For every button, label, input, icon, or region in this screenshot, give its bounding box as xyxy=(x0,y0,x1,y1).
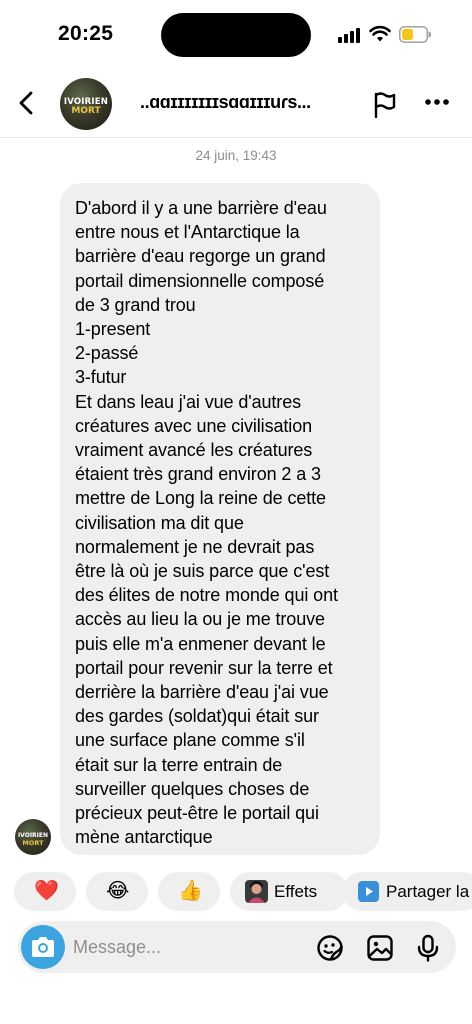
heart-reaction-chip[interactable]: ❤️ xyxy=(14,872,76,911)
thumbs-up-emoji-icon: 👍 xyxy=(178,880,203,902)
message-bubble[interactable]: D'abord il y a une barrière d'eau entre … xyxy=(60,183,380,855)
camera-icon xyxy=(32,937,54,957)
back-chevron-icon[interactable] xyxy=(14,88,40,118)
battery-icon xyxy=(399,26,431,43)
effects-thumbnail-icon xyxy=(245,880,268,903)
cellular-signal-icon xyxy=(338,27,362,43)
share-label: Partager la xyxy=(386,882,470,901)
sticker-icon[interactable] xyxy=(316,934,344,962)
status-time: 20:25 xyxy=(58,22,114,45)
play-share-icon xyxy=(358,881,379,902)
effects-chip[interactable]: Effets xyxy=(230,872,348,911)
microphone-icon[interactable] xyxy=(414,934,442,962)
laughing-emoji-icon: 😂 xyxy=(106,880,130,902)
chat-title[interactable]: ..ɑɑɪɪɪɪɪɪɪsɑɑɪɪɪuɾs... xyxy=(140,92,340,113)
message-input[interactable] xyxy=(73,934,293,960)
sender-avatar-line1: IVOIRIEN xyxy=(17,832,49,839)
avatar-text-line2: MORT xyxy=(71,106,101,116)
status-bar: 20:25 xyxy=(0,0,472,70)
wifi-icon xyxy=(369,25,391,42)
message-timestamp: 24 juin, 19:43 xyxy=(195,148,277,163)
dynamic-island xyxy=(161,13,311,57)
chat-header: IVOIRIEN MORT ..ɑɑɪɪɪɪɪɪɪsɑɑɪɪɪuɾs... xyxy=(0,70,472,138)
flag-icon[interactable] xyxy=(371,90,399,120)
thumbs-up-reaction-chip[interactable]: 👍 xyxy=(158,872,220,911)
contact-avatar[interactable]: IVOIRIEN MORT xyxy=(60,78,112,130)
camera-button[interactable] xyxy=(21,925,65,969)
message-composer xyxy=(18,921,456,973)
more-options-icon[interactable] xyxy=(424,98,450,106)
laugh-reaction-chip[interactable]: 😂 xyxy=(86,872,148,911)
gallery-icon[interactable] xyxy=(366,934,394,962)
heart-emoji-icon: ❤️ xyxy=(34,880,59,902)
effects-label: Effets xyxy=(274,882,318,901)
share-chip[interactable]: Partager la xyxy=(342,872,472,911)
sender-avatar[interactable]: IVOIRIEN MORT xyxy=(15,819,51,855)
message-text: D'abord il y a une barrière d'eau entre … xyxy=(75,198,338,848)
sender-avatar-line2: MORT xyxy=(22,839,44,847)
